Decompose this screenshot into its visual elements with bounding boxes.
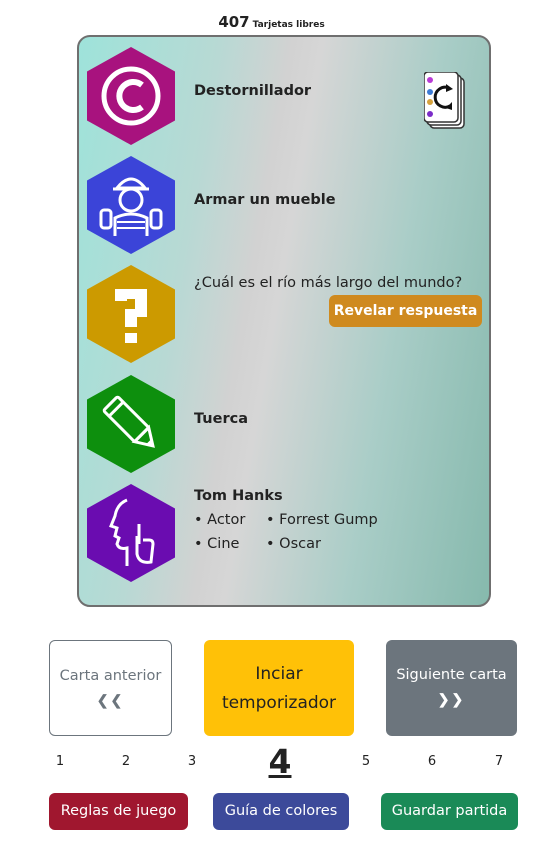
next-card-label: Siguiente carta (396, 667, 507, 683)
free-cards-counter: 407 Tarjetas libres (0, 13, 543, 32)
clue-item: • Cine (194, 536, 240, 552)
row-title-5: Tom Hanks (194, 488, 283, 504)
start-timer-button[interactable]: Inciar temporizador (204, 640, 354, 736)
previous-card-label: Carta anterior (59, 668, 162, 684)
double-chevron-right-icon: ❯❯ (437, 691, 466, 707)
page-3[interactable]: 3 (182, 754, 202, 769)
clue-item: • Forrest Gump (266, 512, 378, 528)
free-cards-label: Tarjetas libres (252, 20, 325, 30)
game-card: Destornillador Armar un mueble ¿Cuál es … (77, 35, 491, 607)
row-title-2: Armar un mueble (194, 192, 336, 208)
game-rules-button[interactable]: Reglas de juego (49, 793, 188, 830)
save-game-button[interactable]: Guardar partida (381, 793, 518, 830)
question-text: ¿Cuál es el río más largo del mundo? (194, 275, 463, 291)
reveal-answer-button[interactable]: Revelar respuesta (329, 295, 482, 327)
page-current[interactable]: 4 (264, 742, 296, 781)
page-5[interactable]: 5 (356, 754, 376, 769)
row-title-1: Destornillador (194, 83, 312, 99)
page-2[interactable]: 2 (116, 754, 136, 769)
silence-icon (87, 484, 175, 582)
shuffle-deck-icon[interactable] (423, 71, 468, 134)
mime-icon (87, 156, 175, 254)
next-card-button[interactable]: Siguiente carta ❯❯ (386, 640, 517, 736)
clue-item: • Actor (194, 512, 246, 528)
free-cards-count: 407 (218, 13, 250, 31)
color-guide-button[interactable]: Guía de colores (213, 793, 349, 830)
double-chevron-left-icon: ❮❮ (96, 692, 125, 708)
copyright-icon (87, 47, 175, 145)
pagination: 1 2 3 4 5 6 7 (0, 742, 543, 786)
page-6[interactable]: 6 (422, 754, 442, 769)
pencil-icon (87, 375, 175, 473)
page-1[interactable]: 1 (50, 754, 70, 769)
page-7[interactable]: 7 (489, 754, 509, 769)
start-timer-label: Inciar temporizador (221, 664, 337, 713)
previous-card-button[interactable]: Carta anterior ❮❮ (49, 640, 172, 736)
row-title-4: Tuerca (194, 411, 248, 427)
clue-item: • Oscar (266, 536, 321, 552)
question-mark-icon (87, 265, 175, 363)
